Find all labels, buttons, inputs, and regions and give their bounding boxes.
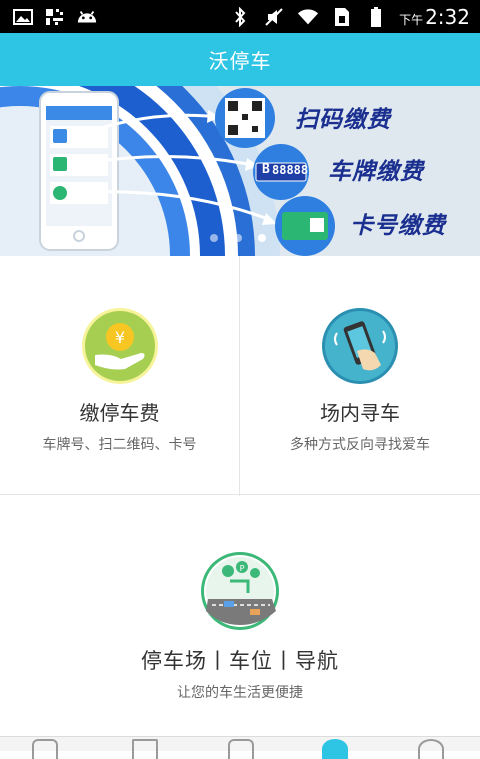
- banner-feature-plate: 车牌缴费: [328, 158, 424, 185]
- banner-feature-card: 卡号缴费: [350, 212, 446, 239]
- image-icon: [12, 8, 34, 26]
- menu-item-title: 停车场丨车位丨导航: [141, 649, 339, 673]
- wifi-icon: [297, 8, 319, 26]
- menu-item-navigation[interactable]: P 停车场丨车位丨导航 让您的车生活更便捷: [0, 495, 480, 725]
- nav-message-icon[interactable]: [132, 739, 158, 759]
- mute-icon: [263, 7, 285, 26]
- menu-item-title: 场内寻车: [320, 401, 400, 425]
- promo-banner[interactable]: B 88888 扫码缴费 车牌缴费 卡号缴费: [0, 86, 480, 256]
- banner-feature-scan: 扫码缴费: [295, 106, 391, 133]
- phone-hand-icon: [321, 307, 399, 385]
- page-title: 沃停车: [208, 49, 272, 73]
- svg-text:P: P: [240, 564, 245, 573]
- android-icon: [76, 8, 98, 26]
- clock: 下午 2:32: [399, 4, 470, 29]
- menu-item-find-car[interactable]: 场内寻车 多种方式反向寻找爱车: [240, 256, 480, 496]
- menu-item-subtitle: 让您的车生活更便捷: [177, 685, 303, 701]
- status-bar: 下午 2:32: [0, 0, 480, 33]
- nav-edit-icon[interactable]: [228, 739, 254, 759]
- phone-illustration: [39, 91, 119, 251]
- menu-item-subtitle: 车牌号、扫二维码、卡号: [42, 437, 197, 453]
- sim-icon: [331, 7, 353, 26]
- pagination-dot[interactable]: [234, 234, 242, 242]
- banner-pagination: [210, 234, 266, 242]
- menu-item-pay-parking[interactable]: ¥ 缴停车费 车牌号、扫二维码、卡号: [0, 256, 240, 496]
- title-bar: 沃停车: [0, 33, 480, 86]
- nav-profile-icon[interactable]: [418, 739, 444, 759]
- plate-number: 88888: [272, 163, 309, 177]
- nav-active-icon[interactable]: [322, 739, 348, 759]
- plate-prefix: B: [262, 162, 271, 177]
- nav-home-icon[interactable]: [32, 739, 58, 759]
- menu-grid: ¥ 缴停车费 车牌号、扫二维码、卡号 场内寻车 多种方式反向寻找爱车: [0, 256, 480, 496]
- qr-icon: [44, 8, 66, 26]
- battery-icon: [365, 6, 387, 27]
- bottom-nav: [0, 736, 480, 759]
- coin-hand-icon: ¥: [81, 307, 159, 385]
- menu-item-subtitle: 多种方式反向寻找爱车: [290, 437, 430, 453]
- pagination-dot-active[interactable]: [258, 234, 266, 242]
- map-navigation-icon: P: [200, 551, 280, 631]
- bluetooth-icon: [229, 6, 251, 27]
- svg-text:¥: ¥: [114, 328, 124, 347]
- pagination-dot[interactable]: [210, 234, 218, 242]
- menu-item-title: 缴停车费: [79, 401, 160, 425]
